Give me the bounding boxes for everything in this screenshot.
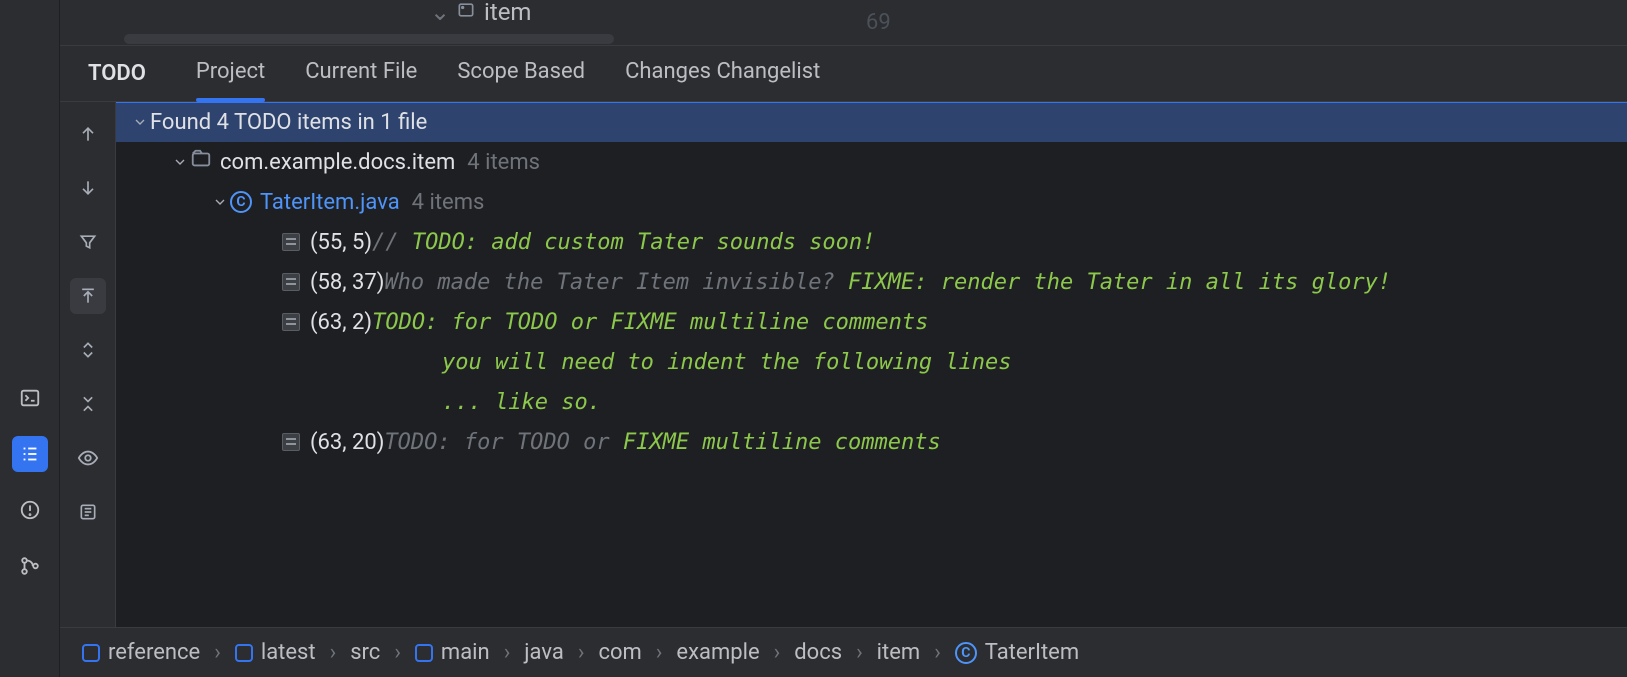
- vcs-tool-button[interactable]: [12, 548, 48, 584]
- todo-item[interactable]: (63, 20) TODO: for TODO or FIXME multili…: [116, 422, 1627, 462]
- file-count-label: 4 items: [412, 190, 485, 215]
- collapse-all-button[interactable]: [70, 386, 106, 422]
- package-count-label: 4 items: [467, 150, 540, 175]
- navigation-breadcrumb: reference › latest › src › main › java › com › examp…: [60, 627, 1627, 677]
- breadcrumb-label: java: [524, 640, 564, 665]
- group-by-button[interactable]: [70, 494, 106, 530]
- todo-item-coord: (58, 37): [310, 270, 384, 295]
- text-file-icon: [282, 313, 300, 331]
- java-class-icon: C: [955, 642, 977, 664]
- breadcrumb-label: main: [441, 640, 490, 665]
- package-name-label: com.example.docs.item: [220, 150, 455, 175]
- module-icon: [415, 644, 433, 662]
- todo-item-continuation: ... like so.: [116, 382, 1627, 422]
- module-icon: [82, 644, 100, 662]
- todo-file-node[interactable]: C TaterItem.java 4 items: [116, 182, 1627, 222]
- chevron-right-icon: ›: [774, 640, 781, 665]
- todo-item-text: Who made the Tater Item invisible? FIXME…: [384, 270, 1391, 295]
- todo-side-toolbar: [60, 102, 116, 627]
- todo-item-text: TODO: for TODO or FIXME multiline commen…: [372, 310, 928, 335]
- todo-item[interactable]: (55, 5) // TODO: add custom Tater sounds…: [116, 222, 1627, 262]
- todo-panel-title: TODO: [88, 61, 146, 86]
- breadcrumb-label: latest: [261, 640, 316, 665]
- chevron-right-icon: ›: [934, 640, 941, 665]
- todo-item-text: // TODO: add custom Tater sounds soon!: [372, 230, 875, 255]
- todo-package-node[interactable]: com.example.docs.item 4 items: [116, 142, 1627, 182]
- editor-horizontal-scrollbar[interactable]: [124, 34, 614, 44]
- text-file-icon: [282, 433, 300, 451]
- chevron-right-icon: ›: [656, 640, 663, 665]
- todo-tool-button[interactable]: [12, 436, 48, 472]
- breadcrumb-label: com: [598, 640, 641, 665]
- todo-item-coord: (63, 20): [310, 430, 384, 455]
- structure-item-label: item: [484, 0, 531, 24]
- file-name-label: TaterItem.java: [260, 190, 400, 215]
- todo-root-node[interactable]: Found 4 TODO items in 1 file: [116, 102, 1627, 142]
- chevron-right-icon: ›: [578, 640, 585, 665]
- chevron-down-icon: [212, 194, 230, 210]
- text-file-icon: [282, 273, 300, 291]
- breadcrumb-segment[interactable]: example: [676, 640, 759, 665]
- todo-item-coord: (55, 5): [310, 230, 372, 255]
- previous-occurrence-button[interactable]: [70, 116, 106, 152]
- breadcrumb-segment[interactable]: C TaterItem: [955, 640, 1079, 665]
- breadcrumb-label: example: [676, 640, 759, 665]
- todo-root-label: Found 4 TODO items in 1 file: [150, 110, 427, 135]
- chevron-down-icon: [132, 114, 150, 130]
- breadcrumb-segment[interactable]: docs: [794, 640, 842, 665]
- tab-changes-changelist[interactable]: Changes Changelist: [625, 59, 820, 88]
- breadcrumb-label: src: [350, 640, 380, 665]
- todo-item[interactable]: (63, 2) TODO: for TODO or FIXME multilin…: [116, 302, 1627, 342]
- editor-gutter-line-number: 69: [866, 10, 891, 35]
- editor-tab-strip: ⌄ item 69: [60, 0, 1627, 46]
- breadcrumb-segment[interactable]: item: [877, 640, 921, 665]
- todo-item-continuation: you will need to indent the following li…: [116, 342, 1627, 382]
- todo-tree[interactable]: Found 4 TODO items in 1 file com.example…: [116, 102, 1627, 627]
- chevron-right-icon: ›: [394, 640, 401, 665]
- breadcrumb-segment[interactable]: reference: [82, 640, 200, 665]
- problems-tool-button[interactable]: [12, 492, 48, 528]
- chevron-right-icon: ›: [330, 640, 337, 665]
- next-occurrence-button[interactable]: [70, 170, 106, 206]
- autoscroll-to-source-button[interactable]: [70, 278, 106, 314]
- tab-project[interactable]: Project: [196, 59, 265, 88]
- filter-button[interactable]: [70, 224, 106, 260]
- terminal-tool-button[interactable]: [12, 380, 48, 416]
- expand-all-button[interactable]: [70, 332, 106, 368]
- chevron-down-icon: [172, 154, 190, 170]
- todo-item-coord: (63, 2): [310, 310, 372, 335]
- text-file-icon: [282, 233, 300, 251]
- folder-icon: [456, 0, 476, 24]
- breadcrumb-segment[interactable]: latest: [235, 640, 316, 665]
- chevron-right-icon: ›: [214, 640, 221, 665]
- chevron-down-icon: ⌄: [430, 0, 448, 24]
- breadcrumb-label: TaterItem: [985, 640, 1079, 665]
- activity-bar: [0, 0, 60, 677]
- breadcrumb-segment[interactable]: main: [415, 640, 490, 665]
- preview-button[interactable]: [70, 440, 106, 476]
- chevron-right-icon: ›: [856, 640, 863, 665]
- breadcrumb-label: reference: [108, 640, 200, 665]
- module-icon: [235, 644, 253, 662]
- breadcrumb-label: item: [877, 640, 921, 665]
- tab-scope-based[interactable]: Scope Based: [457, 59, 585, 88]
- tab-current-file[interactable]: Current File: [305, 59, 417, 88]
- todo-item[interactable]: (58, 37) Who made the Tater Item invisib…: [116, 262, 1627, 302]
- chevron-right-icon: ›: [504, 640, 511, 665]
- breadcrumb-segment[interactable]: com: [598, 640, 641, 665]
- java-class-icon: C: [230, 191, 252, 213]
- breadcrumb-label: docs: [794, 640, 842, 665]
- structure-breadcrumb-item[interactable]: ⌄ item: [430, 0, 531, 24]
- package-icon: [190, 148, 212, 176]
- breadcrumb-segment[interactable]: java: [524, 640, 564, 665]
- todo-item-text: TODO: for TODO or FIXME multiline commen…: [384, 430, 940, 455]
- breadcrumb-segment[interactable]: src: [350, 640, 380, 665]
- todo-tabs-bar: TODO Project Current File Scope Based Ch…: [60, 46, 1627, 102]
